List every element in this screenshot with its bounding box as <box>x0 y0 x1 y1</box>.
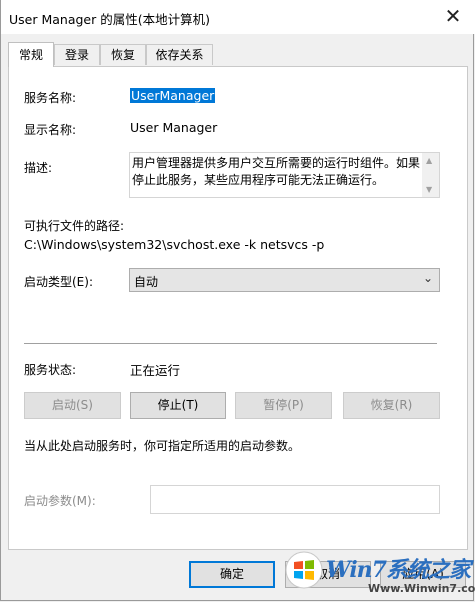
windows-logo-icon <box>285 551 323 589</box>
service-name-value[interactable]: UserManager <box>130 88 216 103</box>
window-title: User Manager 的属性(本地计算机) <box>9 12 210 27</box>
watermark-url: Www.Winwin7.com <box>368 582 475 595</box>
tab-general[interactable]: 常规 <box>8 42 54 67</box>
properties-window: User Manager 的属性(本地计算机) ✕ 常规 登录 恢复 依存关系 … <box>0 0 475 601</box>
exe-path-value[interactable]: C:\Windows\system32\svchost.exe -k netsv… <box>24 237 324 252</box>
divider <box>24 343 437 344</box>
start-params-label: 启动参数(M): <box>24 494 96 508</box>
stop-button[interactable]: 停止(T) <box>130 392 226 419</box>
display-name-label: 显示名称: <box>24 123 77 137</box>
exe-path-label: 可执行文件的路径: <box>24 219 125 233</box>
tab-recovery[interactable]: 恢复 <box>100 44 146 65</box>
description-scrollbar[interactable]: ▲ ▼ <box>422 153 439 197</box>
tab-dependencies[interactable]: 依存关系 <box>146 44 213 65</box>
start-button[interactable]: 启动(S) <box>24 392 121 419</box>
tab-logon[interactable]: 登录 <box>54 44 100 65</box>
startup-type-label: 启动类型(E): <box>24 275 93 289</box>
scroll-down-icon[interactable]: ▼ <box>426 185 432 194</box>
close-icon: ✕ <box>444 4 462 28</box>
general-panel <box>8 66 468 550</box>
display-name-value[interactable]: User Manager <box>130 120 217 135</box>
description-label: 描述: <box>24 161 53 175</box>
startup-type-select[interactable]: 自动 ⌄ <box>129 268 440 292</box>
close-button[interactable]: ✕ <box>430 0 475 34</box>
watermark-text: Win7系统之家 <box>326 557 471 583</box>
service-status-value: 正在运行 <box>130 363 181 378</box>
start-params-hint: 当从此处启动服务时，你可指定所适用的启动参数。 <box>24 439 301 453</box>
ok-button[interactable]: 确定 <box>189 561 275 588</box>
watermark: Win7系统之家 Www.Winwin7.com <box>284 548 475 600</box>
scroll-up-icon[interactable]: ▲ <box>426 156 432 165</box>
description-box[interactable]: 用户管理器提供多用户交互所需要的运行时组件。如果停止此服务，某些应用程序可能无法… <box>129 152 440 198</box>
service-status-label: 服务状态: <box>24 363 77 377</box>
title-bar: User Manager 的属性(本地计算机) ✕ <box>1 0 475 34</box>
startup-type-value: 自动 <box>134 275 159 289</box>
description-text: 用户管理器提供多用户交互所需要的运行时组件。如果停止此服务，某些应用程序可能无法… <box>132 156 421 187</box>
pause-button[interactable]: 暂停(P) <box>235 392 332 419</box>
chevron-down-icon: ⌄ <box>422 271 433 285</box>
service-name-label: 服务名称: <box>24 91 77 105</box>
start-params-input[interactable] <box>150 485 440 514</box>
resume-button[interactable]: 恢复(R) <box>343 392 440 419</box>
